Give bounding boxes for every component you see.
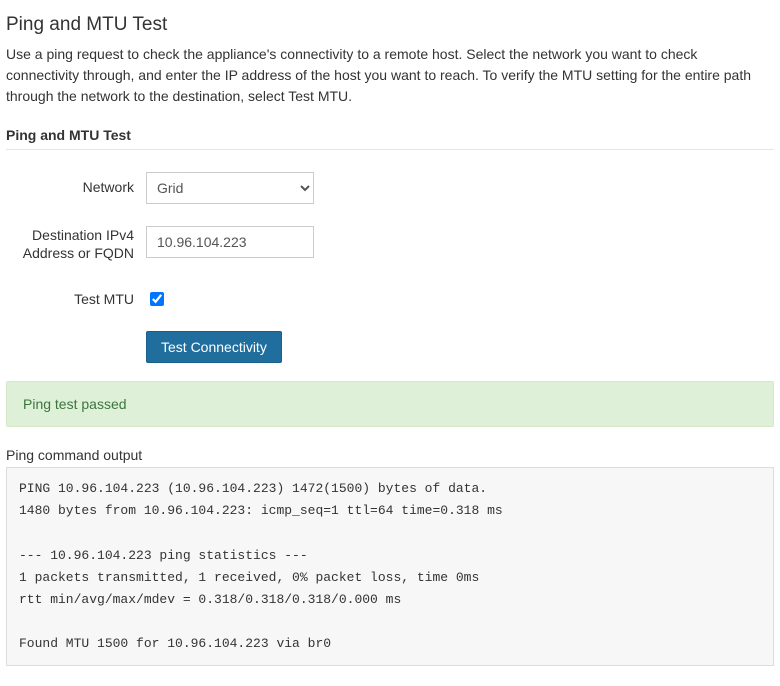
form-row-test-mtu: Test MTU (6, 284, 774, 311)
submit-row: Test Connectivity (146, 331, 774, 363)
output-label: Ping command output (6, 447, 774, 463)
form-row-network: Network Grid (6, 172, 774, 204)
test-mtu-checkbox[interactable] (150, 292, 164, 306)
page-title: Ping and MTU Test (6, 14, 774, 36)
network-label: Network (6, 172, 146, 196)
network-select[interactable]: Grid (146, 172, 314, 204)
page-intro: Use a ping request to check the applianc… (6, 44, 774, 107)
test-connectivity-button[interactable]: Test Connectivity (146, 331, 282, 363)
status-alert: Ping test passed (6, 381, 774, 427)
test-mtu-label: Test MTU (6, 284, 146, 308)
form-row-destination: Destination IPv4 Address or FQDN (6, 226, 774, 262)
section-heading: Ping and MTU Test (6, 127, 774, 150)
ping-output: PING 10.96.104.223 (10.96.104.223) 1472(… (6, 467, 774, 666)
destination-input[interactable] (146, 226, 314, 258)
destination-label: Destination IPv4 Address or FQDN (6, 226, 146, 262)
